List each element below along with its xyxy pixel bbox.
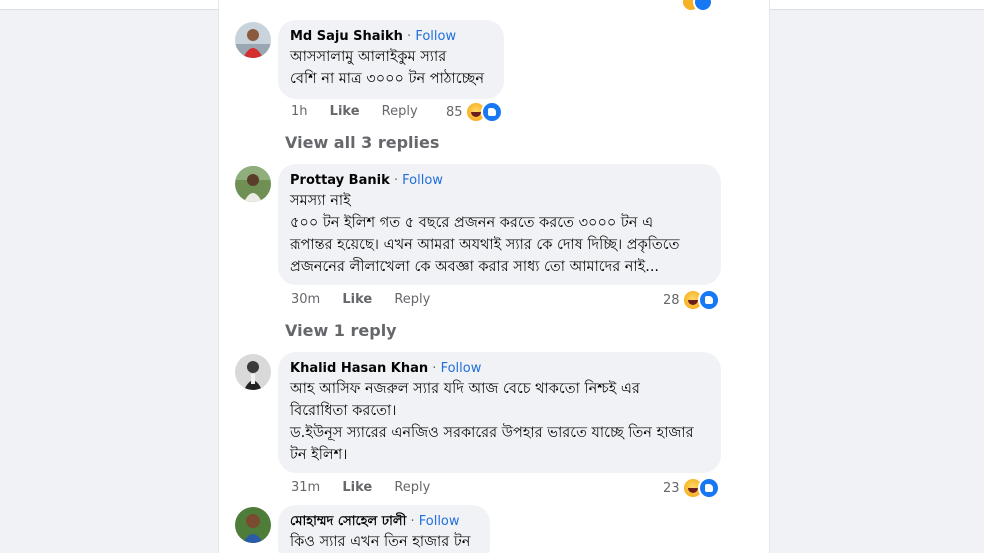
follow-button[interactable]: Follow: [441, 361, 482, 376]
previous-reactions[interactable]: [681, 0, 717, 12]
comment-bubble: Md Saju Shaikh · Follow আসসালামু আলাইকুম…: [278, 20, 504, 99]
reply-button[interactable]: Reply: [382, 104, 418, 119]
comment-author[interactable]: Md Saju Shaikh: [290, 29, 403, 44]
reaction-count: 23: [663, 480, 680, 496]
avatar[interactable]: [235, 166, 271, 202]
comment-author[interactable]: মোহাম্মদ সোহেল ঢালী: [290, 514, 406, 529]
comment-time[interactable]: 1h: [291, 104, 308, 119]
comment-text: আহ আসিফ নজরুল স্যার যদি আজ বেচে থাকতো নি…: [290, 381, 694, 463]
comment-bubble: Khalid Hasan Khan · Follow আহ আসিফ নজরুল…: [278, 352, 721, 473]
reaction-summary[interactable]: 23: [663, 477, 720, 499]
comment-bubble: Prottay Banik · Follow সমস্যা নাই ৫০০ টন…: [278, 164, 721, 285]
avatar[interactable]: [235, 507, 271, 543]
comment-time[interactable]: 31m: [291, 480, 320, 495]
reaction-count: 28: [663, 292, 680, 308]
avatar[interactable]: [235, 354, 271, 390]
avatar[interactable]: [235, 22, 271, 58]
separator: ·: [407, 29, 412, 44]
separator: ·: [432, 361, 437, 376]
reply-button[interactable]: Reply: [394, 292, 430, 307]
comments-panel: Md Saju Shaikh · Follow আসসালামু আলাইকুম…: [218, 0, 770, 553]
like-icon: [480, 101, 503, 123]
comment-text: সমস্যা নাই ৫০০ টন ইলিশ গত ৫ বছরে প্রজনন …: [290, 193, 680, 275]
comment-text: কিও স্যার এখন তিন হাজার টন: [290, 534, 471, 550]
view-replies-link[interactable]: View all 3 replies: [285, 133, 439, 152]
like-icon: [697, 477, 720, 499]
separator: ·: [410, 514, 415, 529]
follow-button[interactable]: Follow: [419, 514, 460, 529]
comment-actions: 30m Like Reply: [291, 292, 448, 307]
comment-author[interactable]: Prottay Banik: [290, 173, 390, 188]
comment-bubble: মোহাম্মদ সোহেল ঢালী · Follow কিও স্যার এ…: [278, 505, 490, 553]
like-button[interactable]: Like: [342, 292, 372, 307]
like-button[interactable]: Like: [342, 480, 372, 495]
follow-button[interactable]: Follow: [402, 173, 443, 188]
reaction-count: 85: [446, 104, 463, 120]
like-icon: [697, 289, 720, 311]
reply-button[interactable]: Reply: [394, 480, 430, 495]
comment-author[interactable]: Khalid Hasan Khan: [290, 361, 428, 376]
reaction-summary[interactable]: 28: [663, 289, 720, 311]
follow-button[interactable]: Follow: [415, 29, 456, 44]
comment-time[interactable]: 30m: [291, 292, 320, 307]
separator: ·: [393, 173, 398, 188]
comment-actions: 1h Like Reply: [291, 104, 436, 119]
like-button[interactable]: Like: [330, 104, 360, 119]
view-replies-link[interactable]: View 1 reply: [285, 321, 397, 340]
comment-text: আসসালামু আলাইকুম স্যার বেশি না মাত্র ৩০০…: [290, 49, 484, 87]
reaction-summary[interactable]: 85: [446, 101, 503, 123]
comment-actions: 31m Like Reply: [291, 480, 448, 495]
